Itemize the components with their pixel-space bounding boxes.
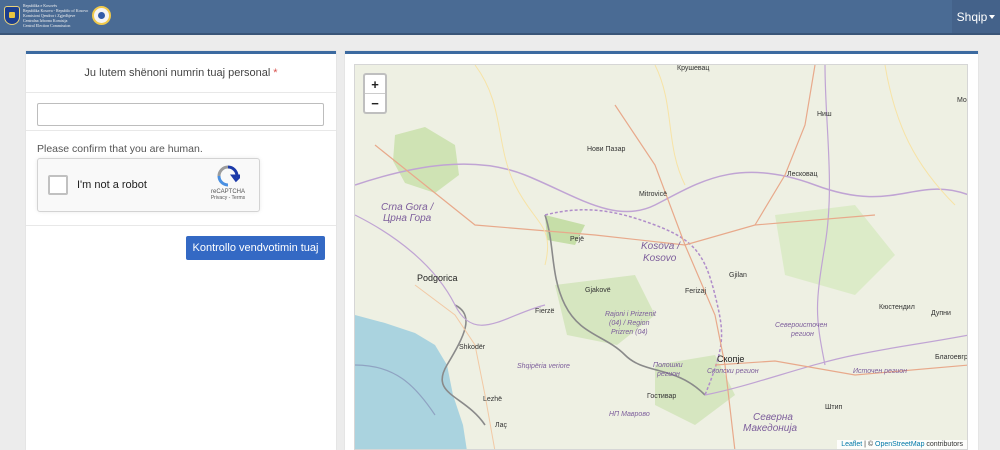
map-label: Gjilan	[729, 272, 747, 279]
map-label: Кюстендил	[879, 304, 915, 311]
zoom-out-button[interactable]: −	[365, 94, 385, 112]
map-label: Црна Гора	[383, 213, 432, 224]
map-attribution: Leaflet | © OpenStreetMap contributors	[837, 440, 967, 449]
map-label: Kosovo	[643, 253, 677, 264]
language-label: Shqip	[956, 9, 988, 24]
map-label: Podgorica	[417, 273, 458, 283]
map-label: Гостивар	[647, 393, 677, 400]
map-label: НП Маврово	[609, 411, 650, 418]
map-label: Prizren (04)	[611, 329, 648, 336]
zoom-in-button[interactable]: +	[365, 75, 385, 94]
map-label: Скопски регион	[707, 368, 759, 375]
map-label: Мо	[957, 97, 967, 104]
map-label: Лесковац	[787, 171, 818, 178]
cec-seal-icon	[92, 6, 112, 25]
map-label: Штип	[825, 404, 843, 411]
cec-logo[interactable]: Republika e Kosovës Republika Kosova - R…	[4, 3, 112, 28]
map-label: Shqipëria veriore	[517, 363, 570, 370]
recaptcha-checkbox[interactable]	[48, 175, 68, 195]
map-label: Ниш	[817, 111, 832, 118]
map-label: регион	[657, 371, 680, 378]
caret-down-icon	[989, 14, 996, 19]
map-label: Македонија	[743, 423, 798, 434]
logo-line: Central Election Commission	[23, 23, 71, 28]
recaptcha-arrows-icon	[217, 165, 240, 187]
map-label: Fierzë	[535, 308, 555, 315]
recaptcha-logo: reCAPTCHA Privacy - Terms	[205, 165, 251, 201]
personal-number-prompt: Ju lutem shënoni numrin tuaj personal *	[26, 54, 336, 93]
map-label: Pejë	[570, 236, 585, 243]
kosovo-emblem-icon	[4, 6, 20, 25]
recaptcha-label: I'm not a robot	[77, 179, 147, 191]
map-label: Дупни	[931, 310, 951, 317]
language-dropdown[interactable]: Shqip	[952, 0, 1000, 33]
zoom-control: + −	[363, 73, 387, 114]
map-label: Лаç	[495, 422, 507, 429]
map-label: Скопје	[717, 354, 745, 364]
logo-text: Republika e Kosovës Republika Kosova - R…	[23, 3, 88, 28]
map-label: Rajoni i Prizrenit	[605, 311, 656, 318]
prompt-text: Ju lutem shënoni numrin tuaj personal	[84, 67, 271, 79]
leaflet-map[interactable]: + − Крушевац Ниш Нови Пазар Лесковац Mit…	[354, 64, 968, 450]
map-label: Полошки	[653, 362, 683, 369]
personal-number-row	[26, 93, 336, 131]
map-label: Ferizaj	[685, 288, 707, 295]
captcha-section: Please confirm that you are human. I'm n…	[26, 131, 336, 212]
captcha-prompt: Please confirm that you are human.	[37, 143, 203, 155]
map-label: Северна	[753, 412, 793, 423]
map-label: Lezhë	[483, 396, 503, 403]
map-label: Нови Пазар	[587, 146, 626, 153]
required-mark: *	[273, 67, 278, 79]
map-label: Mitrovicë	[639, 191, 668, 198]
map-label: Благоевгр	[935, 354, 968, 361]
personal-number-input[interactable]	[37, 103, 324, 126]
map-label: Gjakovë	[585, 287, 611, 294]
recaptcha-widget: I'm not a robot reCAPTCHA Privacy - Term…	[37, 158, 260, 212]
map-label: Крушевац	[677, 65, 710, 72]
recaptcha-privacy-terms[interactable]: Privacy - Terms	[205, 195, 251, 201]
submit-row: Kontrollo vendvotimin tuaj	[26, 226, 336, 260]
map-label: Crna Gora /	[381, 202, 434, 213]
map-label: Источен регион	[853, 368, 908, 375]
check-polling-station-button[interactable]: Kontrollo vendvotimin tuaj	[186, 236, 325, 260]
top-navbar: Republika e Kosovës Republika Kosova - R…	[0, 0, 1000, 35]
polling-lookup-panel: Ju lutem shënoni numrin tuaj personal * …	[26, 51, 336, 450]
map-label: (04) / Region	[609, 320, 650, 327]
map-label: регион	[791, 331, 814, 338]
map-label: Североисточен	[775, 322, 828, 329]
map-label: Kosova /	[641, 241, 680, 252]
map-label: Shkodër	[459, 344, 486, 351]
map-panel: + − Крушевац Ниш Нови Пазар Лесковац Mit…	[345, 51, 978, 450]
